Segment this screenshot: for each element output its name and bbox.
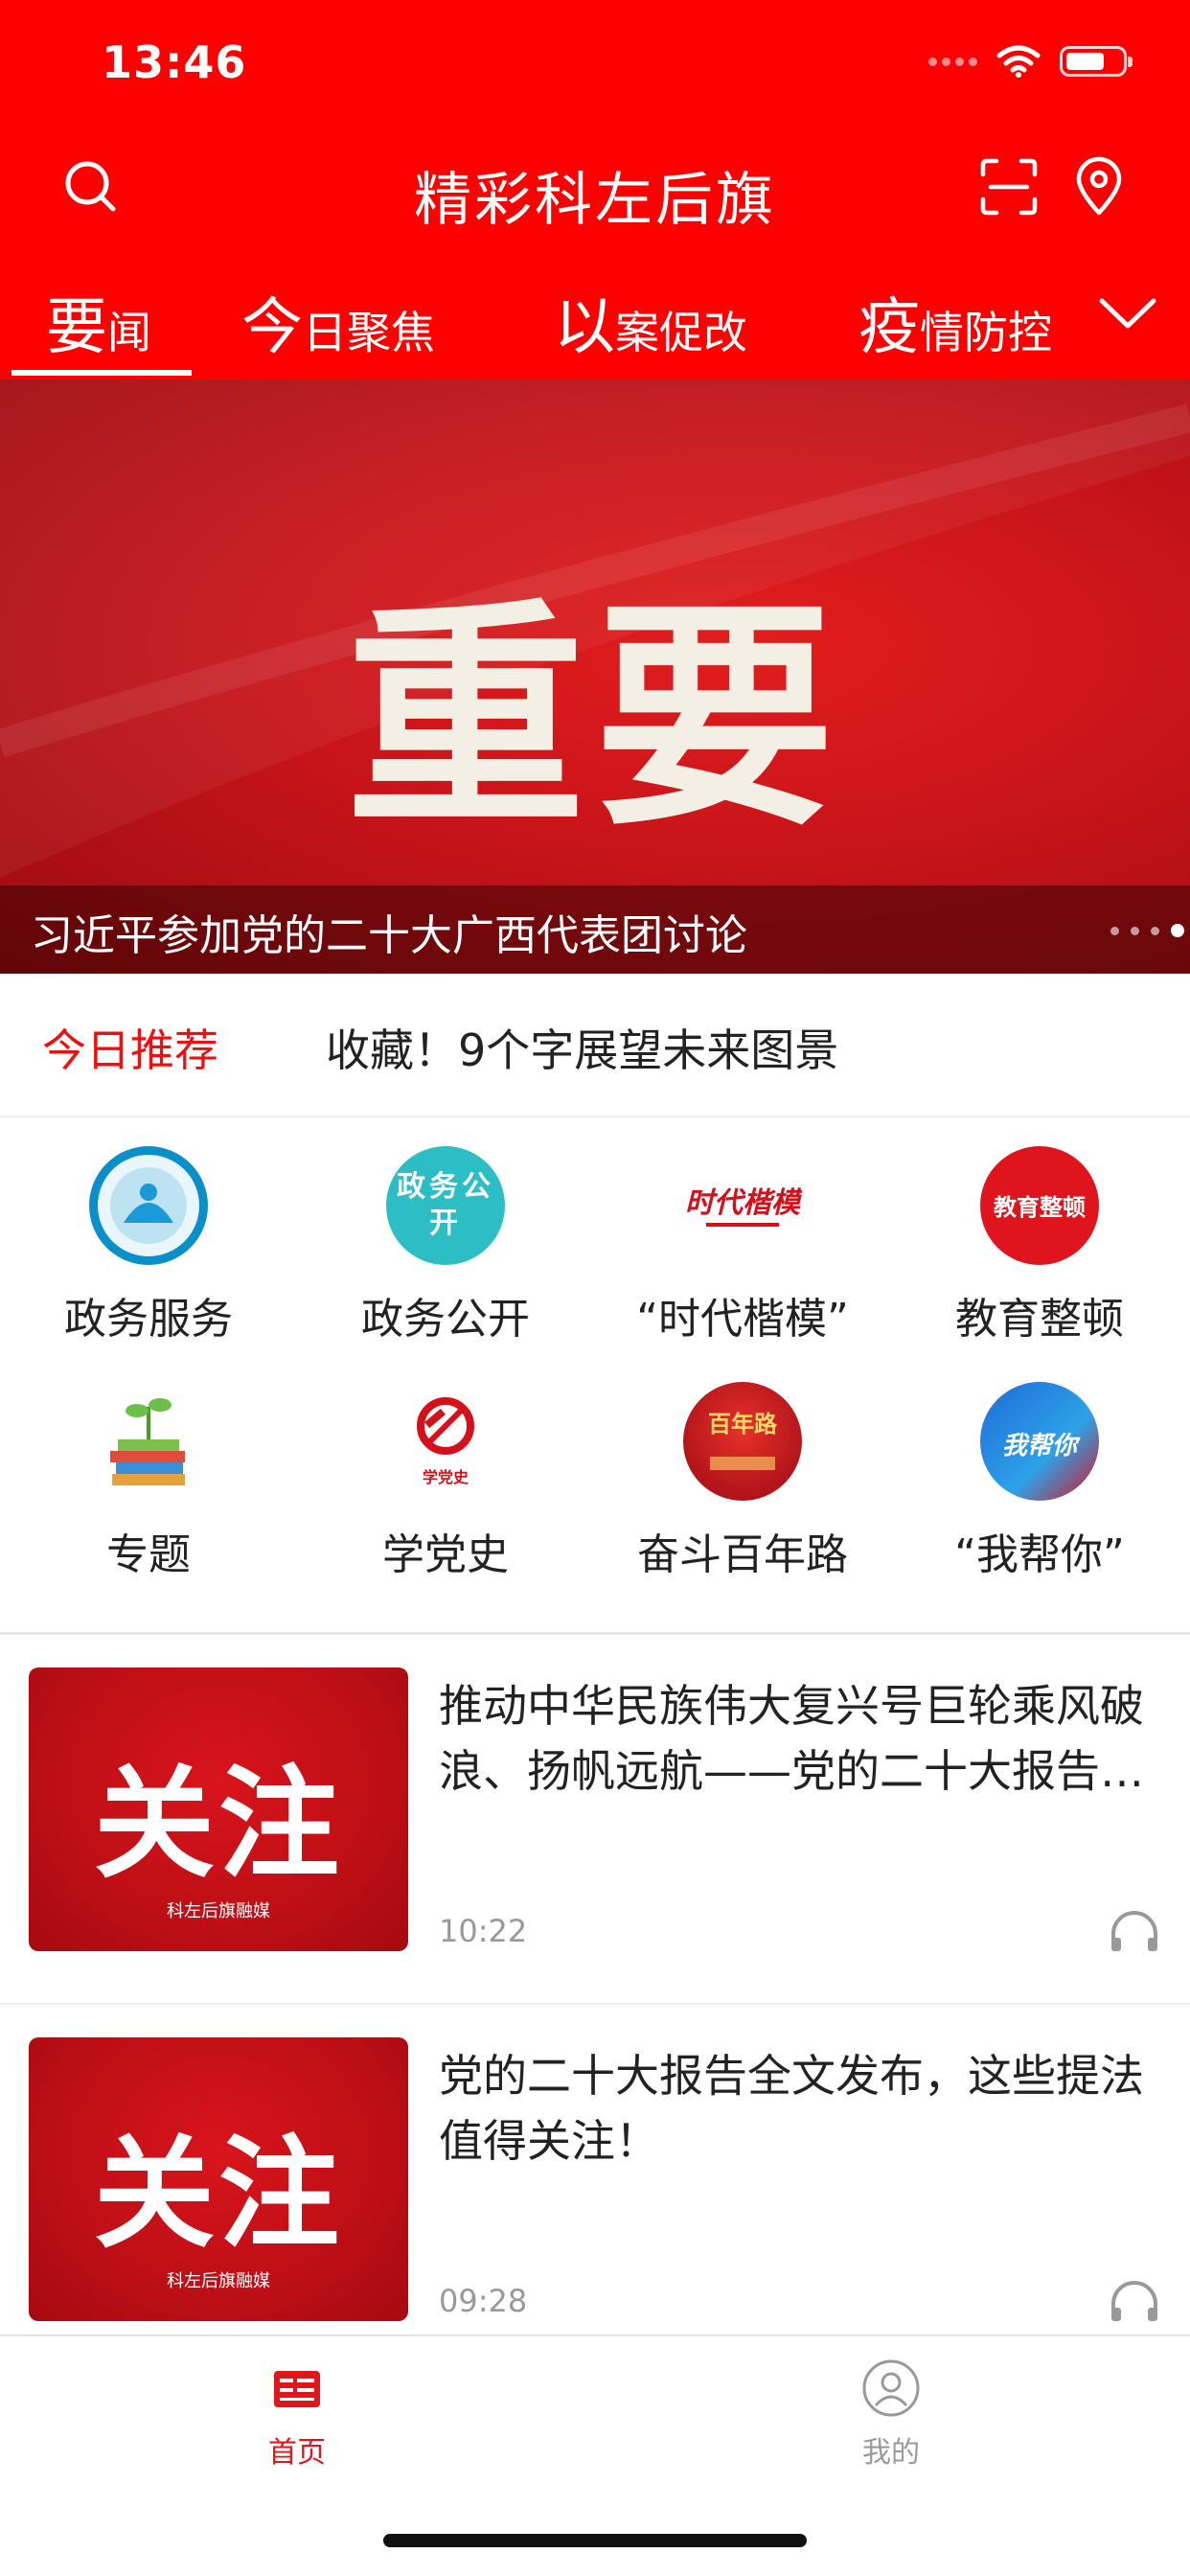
recommend-label: 今日推荐 [42, 1024, 218, 1076]
banner-image-text: 重要 [346, 576, 844, 858]
status-time: 13:46 [102, 36, 247, 88]
headphones-icon[interactable] [1108, 2277, 1161, 2325]
tabbar-label: 我的 [862, 2436, 920, 2470]
grid-item-education-rectify[interactable]: 教育整顿 教育整顿 [891, 1146, 1188, 1346]
home-news-icon [274, 2371, 320, 2407]
profile-icon [862, 2359, 920, 2417]
we-help-icon: 我帮你 [980, 1382, 1099, 1501]
grid-label: 学党史 [382, 1530, 509, 1579]
grid-label: 政务服务 [64, 1295, 233, 1344]
page-dot-active [1171, 924, 1184, 937]
home-indicator[interactable] [383, 2534, 807, 2547]
news-thumbnail: 关注 科左后旗融媒 [29, 1668, 408, 1951]
active-tab-indicator [11, 370, 192, 376]
topic-icon [89, 1382, 208, 1501]
category-tabs: 要闻 今日聚焦 以案促改 疫情防控 [0, 270, 1190, 380]
century-road-icon: 百年路 [683, 1382, 802, 1501]
page-dot [1151, 926, 1159, 935]
grid-item-century-road[interactable]: 百年路 奋斗百年路 [594, 1382, 891, 1581]
battery-icon [1060, 46, 1133, 77]
chevron-down-icon[interactable] [1094, 288, 1161, 345]
page-dot [1110, 926, 1119, 935]
news-item[interactable]: 关注 科左后旗融媒 推动中华民族伟大复兴号巨轮乘风破浪、扬帆远航——党的二十大报… [0, 1635, 1190, 2005]
signal-icon [928, 57, 977, 66]
tabbar-label: 首页 [268, 2436, 326, 2470]
grid-label: 政务公开 [361, 1295, 530, 1344]
grid-item-we-help[interactable]: 我帮你 “我帮你” [891, 1382, 1188, 1581]
grid-item-era-model[interactable]: 时代楷模 “时代楷模” [594, 1146, 891, 1346]
news-thumbnail: 关注 科左后旗融媒 [29, 2037, 408, 2321]
grid-label: “我帮你” [954, 1530, 1125, 1579]
grid-label: 专题 [106, 1530, 191, 1579]
era-model-icon: 时代楷模 [683, 1146, 802, 1265]
tabbar-item-profile[interactable]: 我的 [795, 2358, 987, 2471]
app-header: 13:46 精彩科左后旗 要闻 今日聚焦 以案促改 疫情防控 [0, 0, 1190, 380]
grid-label: 奋斗百年路 [637, 1530, 848, 1579]
scan-icon[interactable] [977, 155, 1041, 218]
news-time: 09:28 [439, 2283, 528, 2319]
tab-yaowen[interactable]: 要闻 [46, 278, 151, 366]
gov-public-icon: 政务公开 [386, 1146, 505, 1265]
headline-banner[interactable]: 重要 习近平参加党的二十大广西代表团讨论 [0, 380, 1190, 974]
today-recommend-row[interactable]: 今日推荐 收藏！9个字展望未来图景 [0, 974, 1190, 1117]
grid-item-party-history[interactable]: 学党史 学党史 [297, 1382, 594, 1581]
tab-yian-cugai[interactable]: 以案促改 [554, 278, 747, 366]
banner-page-indicator [1110, 924, 1184, 937]
media-logo: 科左后旗融媒 [167, 1901, 270, 1921]
tabbar-item-home[interactable]: 首页 [201, 2358, 393, 2471]
tab-yiqing-fangkong[interactable]: 疫情防控 [858, 278, 1052, 366]
grid-label: “时代楷模” [636, 1295, 849, 1344]
tab-jinri-jujiao[interactable]: 今日聚焦 [241, 278, 435, 366]
news-item[interactable]: 关注 科左后旗融媒 党的二十大报告全文发布，这些提法值得关注！ 09:28 [0, 2005, 1190, 2375]
recommend-headline[interactable]: 收藏！9个字展望未来图景 [326, 1016, 838, 1079]
headphones-icon[interactable] [1108, 1907, 1161, 1955]
grid-label: 教育整顿 [955, 1295, 1124, 1344]
location-icon[interactable] [1067, 155, 1131, 218]
news-title: 推动中华民族伟大复兴号巨轮乘风破浪、扬帆远航——党的二十大报告引起热烈反响 [439, 1680, 1144, 1797]
grid-item-gov-service[interactable]: 政务服务 [0, 1146, 297, 1346]
service-grid: 政务服务 政务公开 政务公开 时代楷模 “时代楷模” 教育整顿 教育整顿 专题 … [0, 1117, 1190, 1635]
gov-service-icon [89, 1146, 208, 1265]
grid-item-topic[interactable]: 专题 [0, 1382, 297, 1581]
status-icons [928, 44, 1133, 79]
page-dot [1131, 926, 1139, 935]
party-history-icon: 学党史 [386, 1382, 505, 1501]
media-logo: 科左后旗融媒 [167, 2271, 270, 2291]
grid-item-gov-public[interactable]: 政务公开 政务公开 [297, 1146, 594, 1346]
banner-caption-bar: 习近平参加党的二十大广西代表团讨论 [0, 886, 1190, 974]
wifi-icon [996, 45, 1041, 78]
news-title: 党的二十大报告全文发布，这些提法值得关注！ [439, 2050, 1144, 2167]
banner-caption: 习近平参加党的二十大广西代表团讨论 [31, 911, 747, 960]
news-time: 10:22 [439, 1913, 528, 1949]
education-rectify-icon: 教育整顿 [980, 1146, 1099, 1265]
